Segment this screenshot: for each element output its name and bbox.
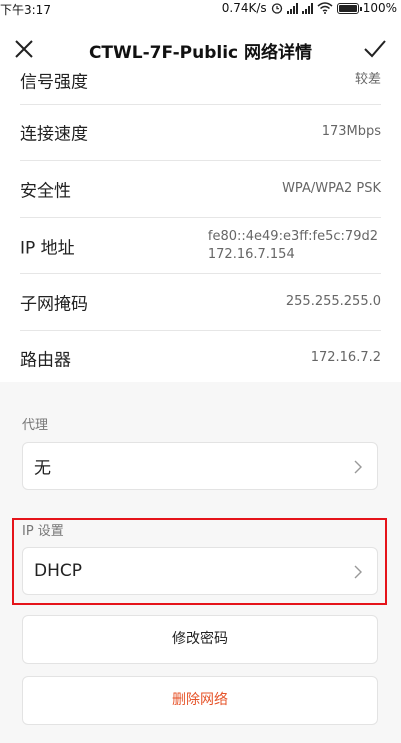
chevron-right-icon: [354, 565, 362, 579]
ipv6-address: fe80::4e49:e3ff:fe5c:79d2: [207, 228, 378, 244]
detail-label: IP 地址: [20, 238, 75, 258]
proxy-value: 无: [34, 458, 51, 479]
detail-row-security: 安全性 WPA/WPA2 PSK: [20, 161, 381, 218]
detail-row-subnet-mask: 子网掩码 255.255.255.0: [20, 274, 381, 331]
wifi-icon: [317, 2, 333, 14]
detail-label: 路由器: [20, 350, 71, 371]
page-title: CTWL-7F-Public 网络详情: [88, 43, 313, 63]
signal-hd-icon: [301, 2, 313, 14]
ip-settings-value: DHCP: [34, 561, 82, 581]
detail-value: 173Mbps: [321, 124, 381, 139]
battery-level: 100%: [362, 1, 397, 15]
status-bar: 下午3:17 0.74K/s 100%: [0, 0, 401, 18]
detail-row-ip-address: IP 地址 fe80::4e49:e3ff:fe5c:79d2 172.16.7…: [20, 218, 381, 274]
close-icon[interactable]: [13, 38, 35, 60]
alarm-icon: [271, 3, 282, 14]
ip-settings-select[interactable]: DHCP: [22, 547, 378, 595]
ipv4-address: 172.16.7.154: [207, 246, 295, 262]
check-icon[interactable]: [363, 38, 387, 60]
detail-label: 连接速度: [20, 124, 88, 145]
detail-value: fe80::4e49:e3ff:fe5c:79d2 172.16.7.154: [208, 228, 378, 264]
detail-label: 子网掩码: [20, 294, 88, 315]
detail-row-link-speed: 连接速度 173Mbps: [20, 104, 381, 161]
detail-row-router: 路由器 172.16.7.2: [20, 330, 381, 386]
detail-value: WPA/WPA2 PSK: [282, 181, 381, 196]
detail-value: 172.16.7.2: [310, 350, 381, 365]
chevron-right-icon: [354, 460, 362, 474]
ip-settings-section-label: IP 设置: [22, 524, 64, 539]
proxy-section-label: 代理: [22, 418, 49, 433]
proxy-select[interactable]: 无: [22, 442, 378, 490]
detail-label: 安全性: [20, 181, 71, 202]
detail-value: 255.255.255.0: [285, 294, 381, 309]
title-bar-overlay: CTWL-7F-Public 网络详情: [0, 18, 401, 74]
signal-icon: [286, 2, 298, 14]
modify-password-button[interactable]: 修改密码: [22, 615, 378, 664]
status-time: 下午3:17: [0, 3, 51, 17]
battery-icon: [336, 2, 362, 14]
delete-network-button[interactable]: 删除网络: [22, 676, 378, 725]
network-speed: 0.74K/s: [221, 1, 267, 15]
